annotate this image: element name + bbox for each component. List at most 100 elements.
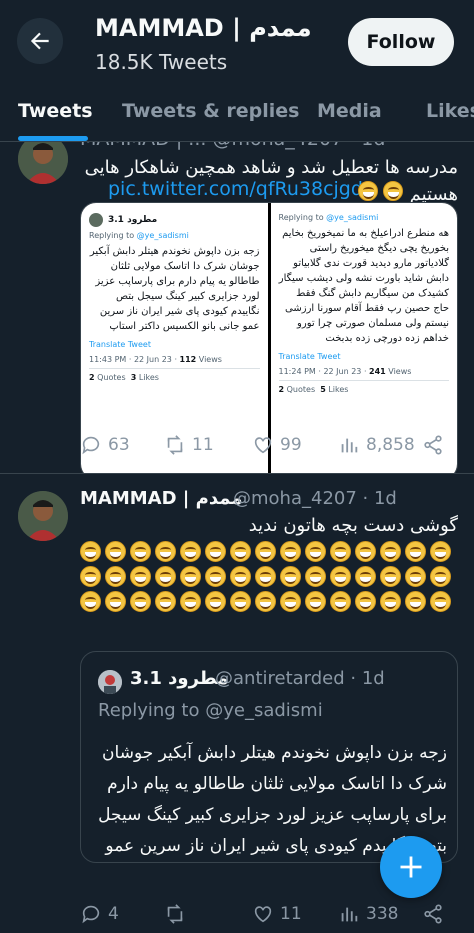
laughing-emoji <box>205 541 226 562</box>
retweet-count: 11 <box>192 435 214 455</box>
retweet-icon <box>167 904 183 924</box>
laughing-emoji <box>80 566 101 587</box>
views-button[interactable]: 8,858 <box>338 434 415 456</box>
like-button[interactable]: 11 <box>252 903 302 925</box>
laughing-emoji <box>205 566 226 587</box>
reply-icon <box>82 436 100 455</box>
heart-icon <box>254 437 272 454</box>
laughing-emoji <box>305 566 326 587</box>
shot-translate: Translate Tweet <box>89 340 151 349</box>
laughing-emoji <box>180 566 201 587</box>
share-button[interactable] <box>422 434 444 456</box>
laughing-emoji <box>430 566 451 587</box>
shot-author-name: 3.1 مطرود <box>108 215 158 225</box>
tweet-text: گوشی دست بچه هاتون ندید <box>248 515 458 536</box>
laughing-emoji <box>330 591 351 612</box>
laughing-emoji <box>230 541 251 562</box>
laughing-emoji <box>255 541 276 562</box>
laughing-emoji <box>180 541 201 562</box>
profile-tabs: Tweets Tweets & replies Media Likes <box>0 90 474 142</box>
tab-tweets[interactable]: Tweets <box>18 100 93 122</box>
laughing-emoji <box>180 591 201 612</box>
quoted-avatar <box>98 670 122 694</box>
shot-meta: 11:24 PM · 22 Jun 23 · 241 Views <box>278 367 449 381</box>
views-bar-icon <box>341 907 358 922</box>
laughing-emoji <box>405 566 426 587</box>
avatar[interactable] <box>18 142 68 184</box>
tab-likes[interactable]: Likes <box>426 100 474 122</box>
mini-avatar <box>89 213 103 227</box>
like-button[interactable]: 99 <box>252 434 302 456</box>
laughing-emoji <box>155 566 176 587</box>
reply-icon <box>82 905 100 924</box>
compose-tweet-button[interactable] <box>380 836 442 898</box>
tab-media[interactable]: Media <box>317 100 382 122</box>
share-icon <box>424 904 442 924</box>
laughing-emoji <box>255 566 276 587</box>
tweet[interactable]: MAMMAD | ... @moha_4207 · 1d مدرسه ها تع… <box>0 142 474 474</box>
laughing-emoji <box>355 591 376 612</box>
laughing-emoji-grid <box>80 541 452 612</box>
tweet-actions: 4 11 338 <box>80 903 458 933</box>
laughing-emoji <box>280 566 301 587</box>
profile-header: MAMMAD | ممدم 18.5K Tweets Follow <box>0 0 474 90</box>
laughing-emoji <box>405 541 426 562</box>
laughing-emoji <box>130 541 151 562</box>
laughing-emoji <box>355 566 376 587</box>
follow-button[interactable]: Follow <box>348 18 454 66</box>
laughing-emoji <box>405 591 426 612</box>
tweet-count: 18.5K Tweets <box>95 50 228 74</box>
shot-stats: 2 Quotes 3 Likes <box>89 373 159 382</box>
shot-meta: 11:43 PM · 22 Jun 23 · 112 Views <box>89 355 260 369</box>
quoted-author-handle: @antiretarded · 1d <box>215 668 385 689</box>
retweet-icon <box>167 435 183 455</box>
views-count: 338 <box>366 904 399 924</box>
views-count: 8,858 <box>366 435 415 455</box>
tweet-actions: 63 11 99 8,858 <box>80 434 458 464</box>
laughing-emoji <box>230 566 251 587</box>
reply-count: 4 <box>108 904 119 924</box>
shot-stats: 2 Quotes 5 Likes <box>278 385 349 394</box>
grin-emoji <box>358 180 378 201</box>
author-name[interactable]: MAMMAD | ممدم <box>80 488 242 509</box>
shot-replying-to: Replying to @ye_sadismi <box>278 213 379 222</box>
quoted-tweet[interactable]: 3.1 مطرود @antiretarded · 1d Replying to… <box>80 651 458 863</box>
back-button[interactable] <box>17 18 63 64</box>
laughing-emoji <box>380 591 401 612</box>
reply-button[interactable]: 63 <box>80 434 130 456</box>
laughing-emoji <box>105 541 126 562</box>
laughing-emoji <box>255 591 276 612</box>
like-count: 11 <box>280 904 302 924</box>
laughing-emoji <box>305 591 326 612</box>
laughing-emoji <box>330 541 351 562</box>
tab-tweets-replies[interactable]: Tweets & replies <box>122 100 299 122</box>
laughing-emoji <box>130 566 151 587</box>
like-count: 99 <box>280 435 302 455</box>
retweet-button[interactable] <box>164 903 186 925</box>
quoted-replying-to: Replying to @ye_sadismi <box>98 700 323 721</box>
laughing-emoji <box>380 541 401 562</box>
laughing-emoji <box>155 541 176 562</box>
laughing-emoji <box>380 566 401 587</box>
active-tab-indicator <box>18 136 88 141</box>
laughing-emoji <box>355 541 376 562</box>
retweet-button[interactable]: 11 <box>164 434 214 456</box>
author-handle: @moha_4207 · 1d <box>233 488 397 509</box>
laughing-emoji <box>80 591 101 612</box>
views-button[interactable]: 338 <box>338 903 398 925</box>
laughing-emoji <box>280 591 301 612</box>
laughing-emoji <box>430 591 451 612</box>
share-button[interactable] <box>422 903 444 925</box>
laughing-emoji <box>130 591 151 612</box>
laughing-emoji <box>230 591 251 612</box>
back-arrow-icon <box>30 32 49 50</box>
laughing-emoji <box>430 541 451 562</box>
laughing-emoji <box>280 541 301 562</box>
share-icon <box>424 435 442 455</box>
reply-button[interactable]: 4 <box>80 903 119 925</box>
laughing-emoji <box>155 591 176 612</box>
tweet-media-link[interactable]: pic.twitter.com/qfRu38cjgd <box>108 178 363 200</box>
profile-name: MAMMAD | ممدم <box>95 14 312 42</box>
avatar[interactable] <box>18 491 68 541</box>
shot-replying-to: Replying to @ye_sadismi <box>89 231 189 240</box>
